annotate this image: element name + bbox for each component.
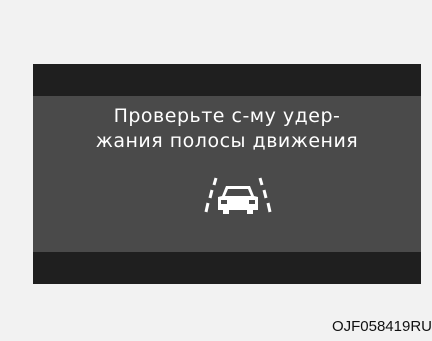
figure-code: OJF058419RU: [331, 318, 432, 335]
bottom-band: [33, 252, 421, 284]
message-line-1: Проверьте с-му удер-: [113, 105, 341, 127]
top-band: [33, 64, 421, 96]
warning-message: Проверьте с-му удер- жания полосы движен…: [33, 104, 421, 154]
lane-keeping-assist-icon: [204, 177, 272, 214]
message-line-2: жания полосы движения: [95, 130, 359, 152]
cluster-display: Проверьте с-му удер- жания полосы движен…: [33, 64, 421, 284]
